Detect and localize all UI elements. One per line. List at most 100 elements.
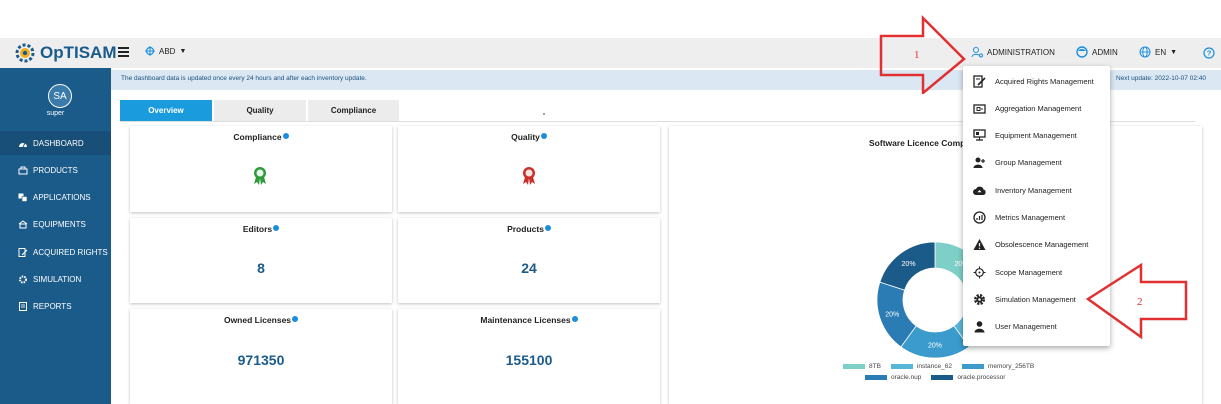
card-title: Quality — [511, 132, 540, 142]
sidebar-item-acquired-rights[interactable]: ACQUIRED RIGHTS — [0, 240, 111, 264]
info-icon[interactable] — [292, 316, 299, 322]
sidebar-item-equipments[interactable]: EQUIPMENTS — [0, 212, 111, 236]
sidebar — [0, 68, 111, 404]
products-card[interactable]: Products 24 — [398, 218, 660, 303]
sidebar-item-dashboard[interactable]: DASHBOARD — [0, 131, 111, 155]
quality-card: Quality — [398, 126, 660, 212]
info-icon[interactable] — [540, 133, 547, 139]
sidebar-item-simulation[interactable]: SIMULATION — [0, 267, 111, 291]
menu-item-label: Simulation Management — [995, 295, 1076, 304]
info-icon[interactable] — [282, 133, 289, 139]
reports-icon — [18, 301, 28, 311]
help-icon: ? — [1203, 47, 1215, 59]
legend-label: oracle.nup — [891, 374, 922, 381]
help-button[interactable]: ? — [1203, 47, 1215, 61]
menu-item-group-management[interactable]: Group Management — [963, 149, 1110, 176]
svg-text:?: ? — [1207, 49, 1212, 58]
legend-label: instance_62 — [916, 363, 952, 370]
legend-swatch — [890, 364, 913, 369]
legend-swatch — [865, 375, 887, 380]
menu-item-equipment-management[interactable]: Equipment Management — [963, 122, 1110, 149]
owned-licenses-count: 971350 — [237, 352, 285, 368]
products-icon — [18, 165, 28, 175]
administration-label: ADMINISTRATION — [987, 47, 1055, 57]
scope-selector[interactable]: ABD ▼ — [145, 46, 186, 56]
caret-down-icon: ▼ — [1170, 48, 1178, 56]
gear-icon — [973, 293, 986, 306]
legend-swatch — [843, 364, 865, 369]
donut-slice-label: 20% — [885, 311, 899, 318]
globe-icon — [1139, 46, 1151, 58]
menu-item-label: Metrics Management — [995, 213, 1066, 222]
language-selector[interactable]: EN ▼ — [1139, 46, 1177, 58]
products-count: 24 — [521, 260, 537, 276]
logo-text: OpTISAM — [40, 43, 117, 62]
dashboard-icon — [18, 138, 28, 148]
legend-label: 8TB — [869, 363, 881, 370]
sidebar-item-label: DASHBOARD — [33, 138, 84, 148]
sidebar-item-label: PRODUCTS — [33, 165, 78, 175]
maintenance-licenses-count: 155100 — [505, 352, 553, 368]
card-title: Products — [507, 224, 544, 234]
info-icon[interactable] — [273, 225, 280, 231]
loading-dot — [543, 113, 545, 115]
legend-swatch — [961, 364, 984, 369]
menu-item-label: Obsolescence Management — [995, 240, 1089, 249]
scope-crosshair-icon — [145, 46, 155, 56]
administration-menu-button[interactable]: ADMINISTRATION — [971, 46, 1055, 58]
sidebar-item-label: REPORTS — [33, 301, 72, 311]
equipment-icon — [973, 129, 986, 142]
sidebar-item-label: ACQUIRED RIGHTS — [33, 247, 108, 257]
user-face-icon — [1076, 46, 1088, 58]
avatar[interactable]: SA — [48, 84, 72, 108]
warning-icon — [973, 238, 986, 251]
legend-swatch — [931, 375, 954, 380]
card-title: Maintenance Licenses — [480, 315, 571, 325]
tab-compliance[interactable]: Compliance — [308, 100, 399, 121]
menu-item-aggregation-management[interactable]: Aggregation Management — [963, 95, 1110, 122]
simulation-icon — [18, 274, 28, 284]
owned-licenses-card[interactable]: Owned Licenses 971350 — [130, 309, 392, 404]
app-logo[interactable]: OpTISAM — [14, 41, 117, 65]
sidebar-item-applications[interactable]: APPLICATIONS — [0, 185, 111, 209]
menu-item-acquired-rights-management[interactable]: Acquired Rights Management — [963, 68, 1110, 95]
maintenance-licenses-card[interactable]: Maintenance Licenses 155100 — [398, 309, 660, 404]
card-title: Owned Licenses — [223, 315, 292, 325]
cloud-upload-icon — [973, 184, 986, 197]
equipments-icon — [18, 219, 28, 229]
editors-card[interactable]: Editors 8 — [130, 218, 392, 303]
scope-label: ABD — [159, 46, 176, 56]
menu-item-obsolescence-management[interactable]: Obsolescence Management — [963, 231, 1110, 258]
menu-item-metrics-management[interactable]: Metrics Management — [963, 204, 1110, 231]
legend-row-2: oracle.nup oracle.processor — [843, 374, 1034, 381]
legend-label: oracle.processor — [957, 374, 1006, 381]
sidebar-user-name: super — [46, 110, 65, 117]
tab-overview[interactable]: Overview — [120, 100, 212, 121]
donut-slice-label: 20% — [902, 261, 916, 268]
donut-slice-label: 20% — [928, 343, 942, 350]
editors-count: 8 — [257, 260, 265, 276]
sidebar-item-label: EQUIPMENTS — [33, 219, 86, 229]
legend-label: memory_256TB — [987, 363, 1035, 370]
sidebar-item-products[interactable]: PRODUCTS — [0, 158, 111, 182]
tab-quality[interactable]: Quality — [214, 100, 306, 121]
legend-row-1: 8TB instance_62 memory_256TB — [843, 363, 1034, 370]
aggregation-icon — [973, 102, 986, 115]
annotation-arrow-right-icon — [879, 14, 966, 94]
scope-icon — [973, 266, 986, 279]
info-icon[interactable] — [544, 225, 551, 231]
metrics-icon — [973, 211, 986, 224]
menu-item-label: Scope Management — [995, 268, 1063, 277]
user-menu-button[interactable]: ADMIN — [1076, 46, 1118, 58]
user-icon — [973, 320, 986, 333]
language-label: EN — [1155, 47, 1167, 57]
menu-item-label: User Management — [995, 322, 1057, 331]
sidebar-item-label: SIMULATION — [33, 274, 82, 284]
info-icon[interactable] — [571, 316, 578, 322]
menu-item-inventory-management[interactable]: Inventory Management — [963, 177, 1110, 204]
user-cog-icon — [971, 47, 983, 58]
card-title: Compliance — [233, 132, 282, 142]
chart-legend: 8TB instance_62 memory_256TB oracle.nup … — [843, 363, 1034, 381]
sidebar-item-reports[interactable]: REPORTS — [0, 294, 111, 318]
menu-toggle-button[interactable] — [118, 47, 129, 57]
